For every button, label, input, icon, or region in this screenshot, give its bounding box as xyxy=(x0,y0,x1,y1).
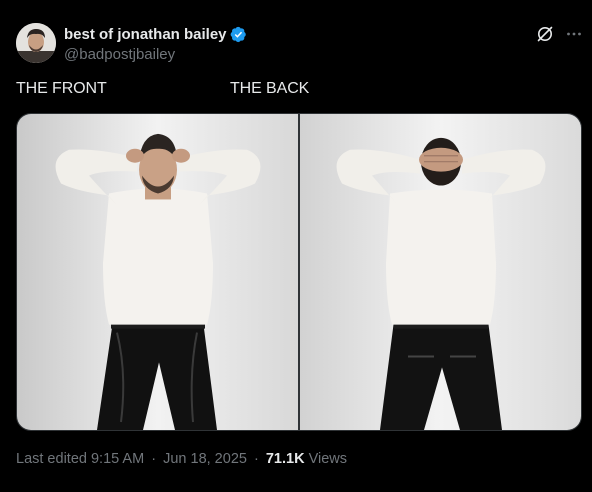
back-photo[interactable] xyxy=(300,114,581,430)
tweet-time[interactable]: 9:15 AM xyxy=(91,451,144,467)
tweet-meta: Last edited 9:15 AM · Jun 18, 2025 · 71.… xyxy=(16,451,347,467)
views-label: Views xyxy=(308,451,348,467)
avatar-image xyxy=(16,23,56,63)
views-count: 71.1K xyxy=(265,451,305,467)
caption-front: THE FRONT xyxy=(16,80,107,97)
author-handle[interactable]: @badpostjbailey xyxy=(64,46,247,63)
display-name[interactable]: best of jonathan bailey xyxy=(64,26,227,43)
tweet-header: best of jonathan bailey @badpostjbailey xyxy=(16,22,581,66)
tweet-date[interactable]: Jun 18, 2025 xyxy=(163,451,247,467)
verified-badge-icon xyxy=(230,26,247,43)
grok-icon[interactable] xyxy=(535,24,555,44)
avatar[interactable] xyxy=(16,23,56,63)
caption-back: THE BACK xyxy=(230,80,310,97)
front-photo[interactable] xyxy=(17,114,298,430)
media-grid xyxy=(16,113,582,431)
author-names: best of jonathan bailey @badpostjbailey xyxy=(64,25,247,63)
meta-separator: · xyxy=(151,451,157,467)
meta-separator: · xyxy=(253,451,259,467)
more-icon[interactable] xyxy=(564,24,584,44)
display-name-row: best of jonathan bailey xyxy=(64,25,247,43)
edited-label[interactable]: Last edited xyxy=(16,451,87,467)
